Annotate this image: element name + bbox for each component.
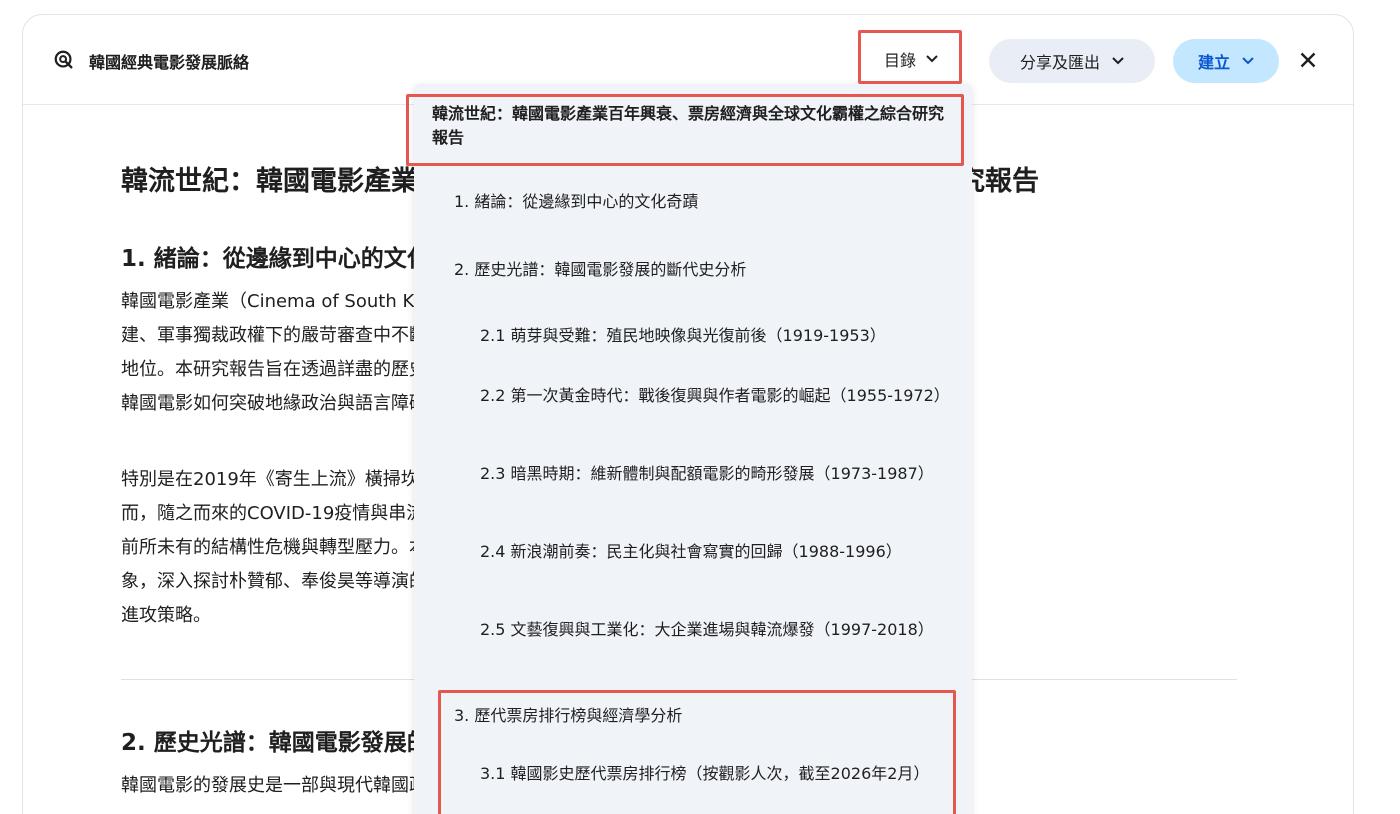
toc-item-2-2[interactable]: 2.2 第一次黃金時代：戰後復興與作者電影的崛起（1955-1972） — [480, 384, 950, 408]
toc-item-1[interactable]: 1. 緒論：從邊緣到中心的文化奇蹟 — [454, 190, 944, 214]
toc-item-3-1[interactable]: 3.1 韓國影史歷代票房排行榜（按觀影人次，截至2026年2月） — [480, 762, 950, 786]
chevron-down-icon — [926, 55, 938, 63]
doc-title: 韓國經典電影發展脈絡 — [89, 53, 250, 72]
close-icon[interactable] — [1295, 47, 1321, 73]
toc-item-2-1[interactable]: 2.1 萌芽與受難：殖民地映像與光復前後（1919-1953） — [480, 324, 950, 348]
toc-item-2-5[interactable]: 2.5 文藝復興與工業化：大企業進場與韓流爆發（1997-2018） — [480, 618, 950, 642]
toc-item-title[interactable]: 韓流世紀：韓國電影產業百年興衰、票房經濟與全球文化霸權之綜合研究報告 — [432, 102, 952, 150]
toc-dropdown: 韓流世紀：韓國電影產業百年興衰、票房經濟與全球文化霸權之綜合研究報告 1. 緒論… — [414, 84, 972, 814]
toc-button[interactable]: 目錄 — [861, 33, 961, 85]
toc-item-2-3[interactable]: 2.3 暗黑時期：維新體制與配額電影的畸形發展（1973-1987） — [480, 462, 950, 486]
chevron-down-icon — [1242, 57, 1254, 65]
toc-item-3[interactable]: 3. 歷代票房排行榜與經濟學分析 — [454, 704, 944, 728]
create-label: 建立 — [1197, 53, 1230, 72]
research-spark-icon — [54, 50, 73, 69]
toc-button-label: 目錄 — [883, 51, 916, 70]
share-export-label: 分享及匯出 — [1019, 53, 1100, 72]
create-button[interactable]: 建立 — [1173, 39, 1279, 83]
toc-item-2-4[interactable]: 2.4 新浪潮前奏：民主化與社會寫實的回歸（1988-1996） — [480, 540, 950, 564]
share-export-button[interactable]: 分享及匯出 — [989, 39, 1155, 83]
toc-item-2[interactable]: 2. 歷史光譜：韓國電影發展的斷代史分析 — [454, 258, 944, 282]
chevron-down-icon — [1112, 57, 1124, 65]
